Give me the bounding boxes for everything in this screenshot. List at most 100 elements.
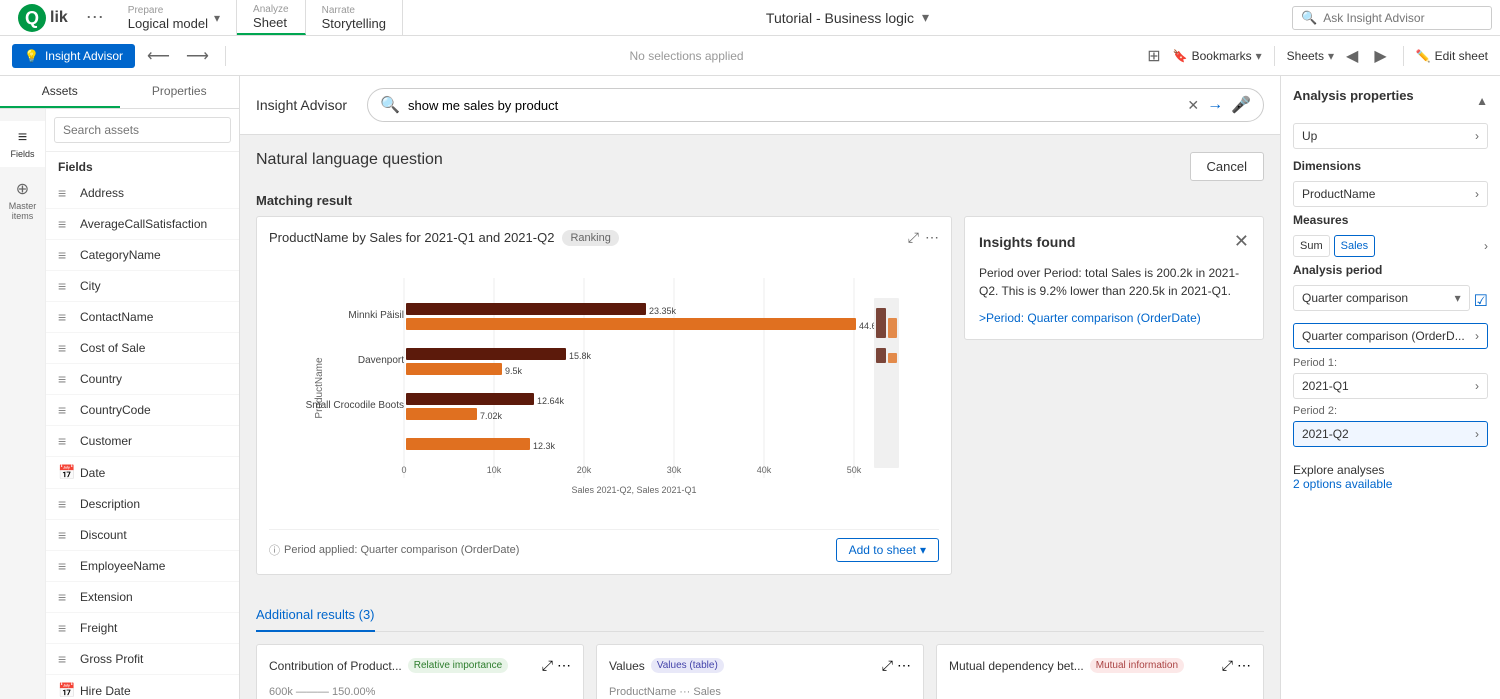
nav-narrate[interactable]: Narrate Storytelling xyxy=(306,0,403,35)
field-item-customer[interactable]: ≡ Customer xyxy=(46,426,239,457)
period-checkbox[interactable]: ☑ xyxy=(1474,291,1488,311)
app-title-chevron[interactable]: ▾ xyxy=(922,9,929,26)
insights-title: Insights found xyxy=(979,234,1075,250)
cancel-button[interactable]: Cancel xyxy=(1190,152,1264,181)
field-item-city[interactable]: ≡ City xyxy=(46,271,239,302)
field-label-country: Country xyxy=(80,372,122,386)
field-item-avg-call[interactable]: ≡ AverageCallSatisfaction xyxy=(46,209,239,240)
field-item-discount[interactable]: ≡ Discount xyxy=(46,520,239,551)
card-more-icon-3[interactable]: ⋯ xyxy=(1237,657,1251,674)
toolbar-separator-1 xyxy=(225,46,226,66)
field-item-employee[interactable]: ≡ EmployeeName xyxy=(46,551,239,582)
bookmarks-button[interactable]: 🔖 Bookmarks ▾ xyxy=(1173,49,1262,63)
measure-sum-tag[interactable]: Sum xyxy=(1293,235,1330,257)
field-item-contact[interactable]: ≡ ContactName xyxy=(46,302,239,333)
analysis-up-dropdown[interactable]: Up › xyxy=(1293,123,1488,149)
insights-close-icon[interactable]: ✕ xyxy=(1234,231,1249,252)
measure-chevron: › xyxy=(1484,239,1488,253)
svg-text:12.64k: 12.64k xyxy=(537,396,565,406)
add-to-sheet-chevron: ▾ xyxy=(920,543,926,557)
field-item-country-code[interactable]: ≡ CountryCode xyxy=(46,395,239,426)
field-text-icon: ≡ xyxy=(58,589,74,605)
explore-analyses-title: Explore analyses xyxy=(1293,463,1488,477)
ask-insight-search[interactable]: 🔍 xyxy=(1292,6,1492,30)
field-item-address[interactable]: ≡ Address xyxy=(46,178,239,209)
period-sub-dropdown[interactable]: Quarter comparison (OrderD... › xyxy=(1293,323,1488,349)
next-sheet-icon[interactable]: ▶ xyxy=(1370,42,1390,70)
sheets-button[interactable]: Sheets ▾ xyxy=(1287,49,1334,63)
field-label-hire: Hire Date xyxy=(80,684,131,698)
field-item-category[interactable]: ≡ CategoryName xyxy=(46,240,239,271)
tab-properties[interactable]: Properties xyxy=(120,76,240,108)
nav-prepare-small: Prepare xyxy=(128,5,208,16)
additional-results-tab[interactable]: Additional results (3) xyxy=(256,607,375,632)
field-item-hire-date[interactable]: 📅 Hire Date xyxy=(46,675,239,699)
search-assets-input[interactable] xyxy=(54,117,231,143)
period1-chevron: › xyxy=(1475,379,1479,393)
card-more-icon[interactable]: ⋯ xyxy=(557,657,571,674)
card-expand-icon-2[interactable]: ⤢ xyxy=(882,657,893,674)
field-item-extension[interactable]: ≡ Extension xyxy=(46,582,239,613)
card-expand-icon[interactable]: ⤢ xyxy=(542,657,553,674)
prev-sheet-icon[interactable]: ◀ xyxy=(1342,42,1362,70)
ask-insight-input[interactable] xyxy=(1323,11,1483,25)
insights-header: Insights found ✕ xyxy=(979,231,1249,252)
ia-search-input[interactable] xyxy=(408,98,1179,113)
period1-value-dropdown[interactable]: 2021-Q1 › xyxy=(1293,373,1488,399)
measures-title: Measures xyxy=(1293,213,1488,227)
period1-value: 2021-Q1 xyxy=(1302,379,1349,393)
insight-advisor-button[interactable]: 💡 Insight Advisor xyxy=(12,44,135,68)
chart-expand-icon[interactable]: ⤢ xyxy=(908,229,919,246)
svg-text:23.35k: 23.35k xyxy=(649,306,677,316)
edit-sheet-button[interactable]: ✏️ Edit sheet xyxy=(1416,49,1488,63)
tab-assets[interactable]: Assets xyxy=(0,76,120,108)
ia-mic-icon[interactable]: 🎤 xyxy=(1231,95,1251,115)
svg-text:30k: 30k xyxy=(667,465,682,475)
insights-panel: Insights found ✕ Period over Period: tot… xyxy=(964,216,1264,340)
nav-analyze[interactable]: Analyze Sheet xyxy=(237,0,306,35)
sidebar-item-master-items[interactable]: ⊕ Master items xyxy=(0,171,45,229)
ia-submit-icon[interactable]: → xyxy=(1207,96,1223,114)
add-to-sheet-button[interactable]: Add to sheet ▾ xyxy=(836,538,939,562)
ia-clear-icon[interactable]: ✕ xyxy=(1187,97,1199,114)
field-text-icon: ≡ xyxy=(58,278,74,294)
grid-icon[interactable]: ⊞ xyxy=(1143,42,1164,70)
calendar-icon: 📅 xyxy=(58,682,74,699)
field-item-date[interactable]: 📅 Date xyxy=(46,457,239,489)
selections-forward-icon[interactable]: ⟶ xyxy=(182,42,213,70)
period2-value-dropdown[interactable]: 2021-Q2 › xyxy=(1293,421,1488,447)
sidebar-item-fields[interactable]: ≡ Fields xyxy=(0,121,45,167)
mini-card-actions-2: ⤢ ⋯ xyxy=(882,657,911,674)
field-label-freight: Freight xyxy=(80,621,117,635)
insights-period-link[interactable]: >Period: Quarter comparison (OrderDate) xyxy=(979,311,1201,325)
explore-options-link[interactable]: 2 options available xyxy=(1293,477,1392,491)
more-options-icon[interactable]: ⋯ xyxy=(78,7,112,28)
measure-row: Sum Sales › xyxy=(1293,235,1488,257)
field-item-cost-of-sale[interactable]: ≡ Cost of Sale xyxy=(46,333,239,364)
mini-card-values-header: Values Values (table) ⤢ ⋯ xyxy=(609,657,911,674)
app-title: Tutorial - Business logic xyxy=(766,10,914,26)
card-expand-icon-3[interactable]: ⤢ xyxy=(1222,657,1233,674)
dimension-product-name[interactable]: ProductName › xyxy=(1293,181,1488,207)
nav-prepare[interactable]: Prepare Logical model ▾ xyxy=(112,0,237,35)
field-text-icon: ≡ xyxy=(58,340,74,356)
field-item-freight[interactable]: ≡ Freight xyxy=(46,613,239,644)
quarter-comparison-dropdown[interactable]: Quarter comparison ▾ xyxy=(1293,285,1470,311)
selections-back-icon[interactable]: ⟵ xyxy=(143,42,174,70)
bookmarks-chevron: ▾ xyxy=(1256,49,1262,63)
svg-text:15.8k: 15.8k xyxy=(569,351,592,361)
field-item-country[interactable]: ≡ Country xyxy=(46,364,239,395)
card-more-icon-2[interactable]: ⋯ xyxy=(897,657,911,674)
svg-text:0: 0 xyxy=(401,465,406,475)
field-item-description[interactable]: ≡ Description xyxy=(46,489,239,520)
qlik-logo[interactable]: Q lik xyxy=(8,4,78,32)
nav-analyze-big: Sheet xyxy=(253,15,289,30)
right-panel-scroll-up[interactable]: ▲ xyxy=(1476,94,1488,108)
nlq-header: Natural language question Cancel xyxy=(256,151,1264,181)
field-label-employee: EmployeeName xyxy=(80,559,165,573)
field-item-gross-profit[interactable]: ≡ Gross Profit xyxy=(46,644,239,675)
chart-more-icon[interactable]: ⋯ xyxy=(925,229,939,246)
svg-text:Small Crocodile Boots: Small Crocodile Boots xyxy=(306,400,404,411)
ia-search-box[interactable]: 🔍 ✕ → 🎤 xyxy=(367,88,1264,122)
measure-sales-tag[interactable]: Sales xyxy=(1334,235,1376,257)
